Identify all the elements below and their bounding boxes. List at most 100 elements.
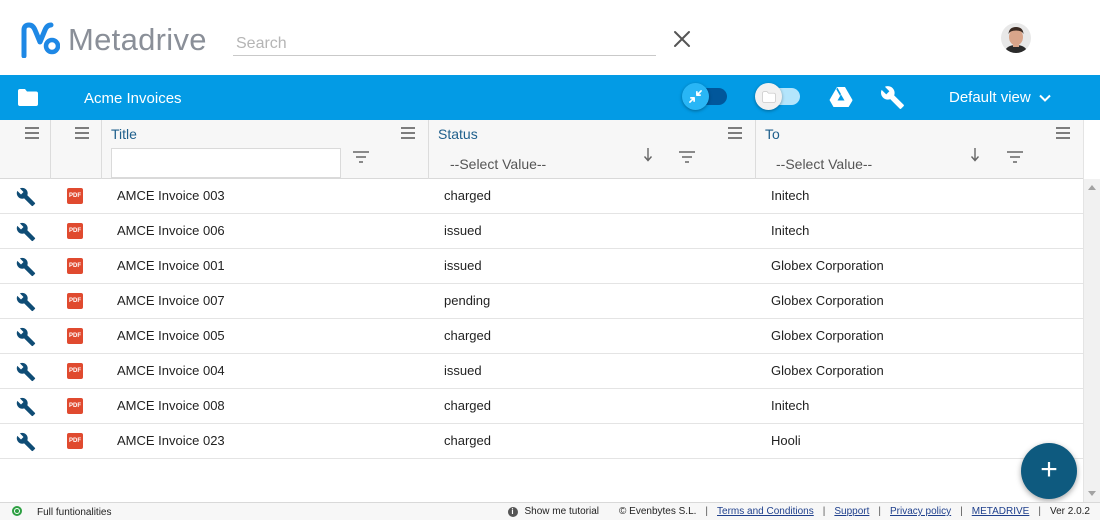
support-link[interactable]: Support [834, 506, 869, 517]
pdf-icon[interactable]: PDF [67, 223, 83, 239]
arrow-down-icon[interactable] [970, 148, 980, 162]
info-icon[interactable]: i [507, 506, 518, 517]
folder-toggle[interactable] [755, 83, 800, 110]
user-avatar-icon [1001, 23, 1031, 53]
row-to: Initech [771, 223, 810, 238]
wrench-icon[interactable] [880, 85, 905, 110]
filter-icon[interactable] [1007, 151, 1023, 163]
table-row[interactable]: PDF AMCE Invoice 004 issued Globex Corporat… [0, 354, 1083, 389]
close-icon[interactable] [670, 27, 694, 51]
wrench-icon[interactable] [16, 222, 36, 242]
column-to-label: To [765, 126, 780, 142]
row-title: AMCE Invoice 003 [117, 188, 225, 203]
search-input[interactable] [233, 32, 656, 56]
row-status: issued [444, 363, 482, 378]
wrench-icon[interactable] [16, 292, 36, 312]
pdf-icon[interactable]: PDF [67, 363, 83, 379]
pdf-icon[interactable]: PDF [67, 293, 83, 309]
pdf-icon[interactable]: PDF [67, 328, 83, 344]
pdf-icon[interactable]: PDF [67, 433, 83, 449]
row-title: AMCE Invoice 004 [117, 363, 225, 378]
table-row[interactable]: PDF AMCE Invoice 007 pending Globex Corpora… [0, 284, 1083, 319]
wrench-icon[interactable] [16, 397, 36, 417]
add-button[interactable]: + [1021, 443, 1077, 499]
filter-icon[interactable] [353, 151, 369, 163]
grid-header: Title Status --Select Value-- To --Selec… [0, 120, 1083, 179]
table-row[interactable]: PDF AMCE Invoice 006 issued Initech [0, 214, 1083, 249]
privacy-link[interactable]: Privacy policy [890, 506, 951, 517]
row-to: Globex Corporation [771, 328, 884, 343]
title-filter-input[interactable] [111, 148, 341, 178]
footer-separator: | [1038, 506, 1041, 517]
chevron-down-icon [1038, 94, 1051, 102]
table-row[interactable]: PDF AMCE Invoice 023 charged Hooli [0, 424, 1083, 459]
row-status: charged [444, 188, 491, 203]
header-cell-actions [0, 120, 51, 179]
menu-icon[interactable] [75, 127, 89, 139]
logo[interactable]: Metadrive [20, 22, 207, 58]
main-toolbar: Acme Invoices Default view [0, 75, 1100, 120]
metadrive-link[interactable]: METADRIVE [972, 506, 1030, 517]
row-title: AMCE Invoice 001 [117, 258, 225, 273]
footer-separator: | [822, 506, 826, 517]
table-row[interactable]: PDF AMCE Invoice 005 charged Globex Corpora… [0, 319, 1083, 354]
header-cell-title: Title [102, 120, 429, 179]
row-status: pending [444, 293, 491, 308]
app-name: Metadrive [68, 22, 207, 57]
row-title: AMCE Invoice 008 [117, 398, 225, 413]
wrench-icon[interactable] [16, 432, 36, 452]
scroll-up-arrow-icon[interactable] [1088, 185, 1096, 190]
view-selector[interactable]: Default view [949, 89, 1051, 106]
status-select[interactable]: --Select Value-- [450, 156, 546, 172]
table-row[interactable]: PDF AMCE Invoice 008 charged Initech [0, 389, 1083, 424]
header-cell-status: Status --Select Value-- [429, 120, 756, 179]
vertical-scrollbar[interactable] [1083, 179, 1100, 502]
scroll-down-arrow-icon[interactable] [1088, 491, 1096, 496]
status-dot-icon [12, 506, 22, 516]
footer-separator: | [960, 506, 963, 517]
avatar[interactable] [1001, 23, 1031, 53]
row-status: charged [444, 433, 491, 448]
column-title-label: Title [111, 126, 137, 142]
version-label: Ver 2.0.2 [1049, 506, 1090, 517]
terms-link[interactable]: Terms and Conditions [717, 506, 814, 517]
row-status: charged [444, 398, 491, 413]
table-row[interactable]: PDF AMCE Invoice 001 issued Globex Corporat… [0, 249, 1083, 284]
menu-icon[interactable] [728, 127, 742, 139]
wrench-icon[interactable] [16, 257, 36, 277]
pdf-icon[interactable]: PDF [67, 258, 83, 274]
top-header: Metadrive [0, 0, 1100, 75]
compact-toggle-knob [682, 83, 709, 110]
table-row[interactable]: PDF AMCE Invoice 003 charged Initech [0, 179, 1083, 214]
wrench-icon[interactable] [16, 327, 36, 347]
to-select[interactable]: --Select Value-- [776, 156, 872, 172]
header-scroll-corner [1083, 120, 1100, 179]
pdf-icon[interactable]: PDF [67, 398, 83, 414]
grid-body: PDF AMCE Invoice 003 charged Initech PDF AMCE… [0, 179, 1083, 502]
column-status-label: Status [438, 126, 478, 142]
wrench-icon[interactable] [16, 362, 36, 382]
row-status: issued [444, 223, 482, 238]
copyright: © Evenbytes S.L. [619, 506, 697, 517]
google-drive-icon[interactable] [829, 86, 853, 108]
folder-icon[interactable] [17, 88, 39, 107]
wrench-icon[interactable] [16, 187, 36, 207]
view-selector-label: Default view [949, 89, 1031, 106]
row-title: AMCE Invoice 006 [117, 223, 225, 238]
filter-icon[interactable] [679, 151, 695, 163]
row-title: AMCE Invoice 023 [117, 433, 225, 448]
row-to: Globex Corporation [771, 293, 884, 308]
folder-small-icon [761, 90, 776, 103]
menu-icon[interactable] [1056, 127, 1070, 139]
footer-links: i Show me tutorial © Evenbytes S.L. | Te… [507, 506, 1090, 517]
compact-toggle[interactable] [682, 83, 727, 110]
mode-label: Full funtionalities [37, 507, 112, 518]
tutorial-link[interactable]: Show me tutorial [525, 506, 599, 517]
metadrive-logo-icon [21, 22, 60, 58]
menu-icon[interactable] [25, 127, 39, 139]
menu-icon[interactable] [401, 127, 415, 139]
arrow-down-icon[interactable] [643, 148, 653, 162]
pdf-icon[interactable]: PDF [67, 188, 83, 204]
row-to: Initech [771, 188, 810, 203]
footer-separator: | [878, 506, 881, 517]
